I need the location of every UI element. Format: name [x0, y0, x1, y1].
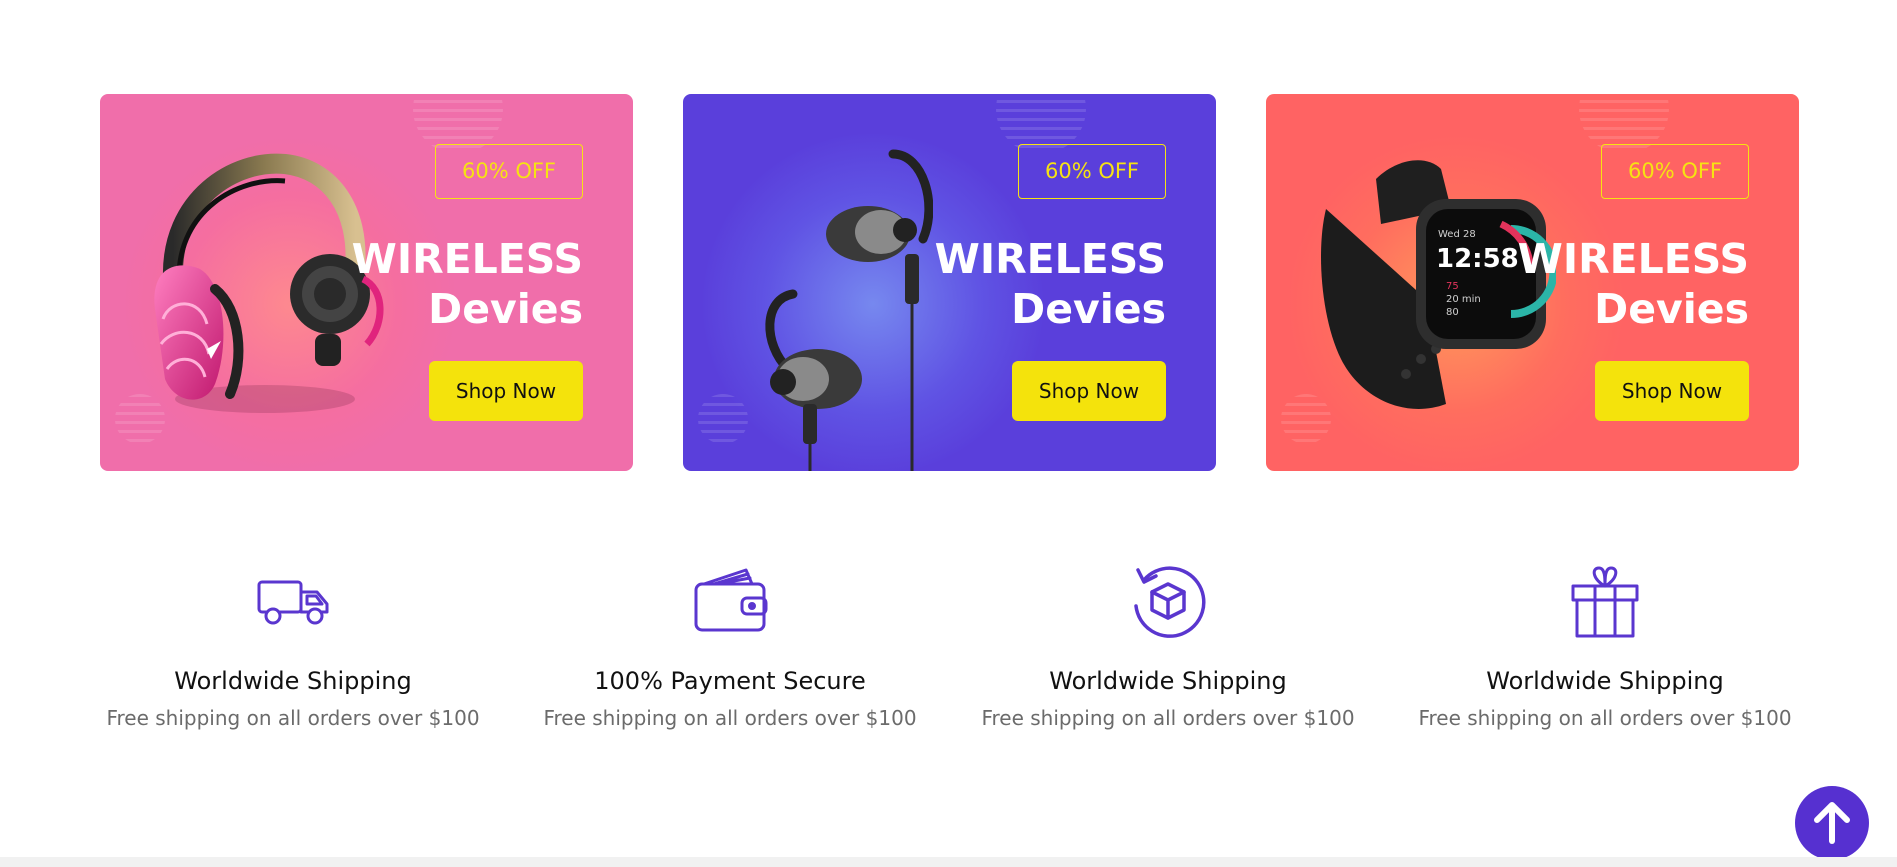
- feature-text: Free shipping on all orders over $100: [106, 706, 480, 730]
- watch-stat-heart: 75: [1446, 281, 1459, 292]
- headphones-image: [154, 153, 384, 413]
- banner-headline: WIRELESS Devies: [1518, 234, 1749, 334]
- shop-now-button[interactable]: Shop Now: [1595, 361, 1749, 421]
- headline-line1: WIRELESS: [351, 235, 583, 283]
- shop-now-button[interactable]: Shop Now: [429, 361, 583, 421]
- shop-now-button[interactable]: Shop Now: [1012, 361, 1166, 421]
- headline-line1: WIRELESS: [934, 235, 1166, 283]
- headline-line2: Devies: [428, 285, 583, 333]
- watch-stat-sleep: 80: [1446, 307, 1459, 318]
- watch-date: Wed 28: [1438, 229, 1476, 240]
- feature-text: Free shipping on all orders over $100: [1418, 706, 1792, 730]
- earphones-image: [765, 149, 933, 471]
- feature-title: 100% Payment Secure: [594, 667, 866, 695]
- feature-item: 100% Payment Secure Free shipping on all…: [510, 560, 950, 731]
- headline-line2: Devies: [1011, 285, 1166, 333]
- promo-banners: 60% OFF WIRELESS Devies Shop Now 60% OFF: [0, 0, 1897, 480]
- gift-icon: [1571, 566, 1639, 638]
- promo-banner-earphones[interactable]: 60% OFF WIRELESS Devies Shop Now: [683, 94, 1216, 471]
- banner-headline: WIRELESS Devies: [935, 234, 1166, 334]
- promo-banner-headphones[interactable]: 60% OFF WIRELESS Devies Shop Now: [100, 94, 633, 471]
- arrow-up-icon: [1814, 802, 1850, 844]
- watch-stat-minutes: 20 min: [1446, 294, 1481, 305]
- footer-strip: [0, 857, 1897, 867]
- discount-badge: 60% OFF: [1018, 144, 1166, 199]
- feature-item: Worldwide Shipping Free shipping on all …: [1385, 560, 1825, 731]
- features-row: Worldwide Shipping Free shipping on all …: [0, 560, 1897, 760]
- feature-item: Worldwide Shipping Free shipping on all …: [73, 560, 513, 731]
- truck-icon: [257, 580, 329, 625]
- wallet-icon: [694, 568, 768, 632]
- scroll-to-top-button[interactable]: [1795, 786, 1869, 860]
- feature-title: Worldwide Shipping: [174, 667, 412, 695]
- watch-time: 12:58: [1436, 244, 1519, 274]
- feature-text: Free shipping on all orders over $100: [543, 706, 917, 730]
- promo-banner-smartwatch[interactable]: Wed 28 12:58 75 20 min 80 60% OFF WIRELE…: [1266, 94, 1799, 471]
- headline-line1: WIRELESS: [1517, 235, 1749, 283]
- discount-badge: 60% OFF: [1601, 144, 1749, 199]
- feature-title: Worldwide Shipping: [1486, 667, 1724, 695]
- feature-title: Worldwide Shipping: [1049, 667, 1287, 695]
- feature-text: Free shipping on all orders over $100: [981, 706, 1355, 730]
- banner-headline: WIRELESS Devies: [352, 234, 583, 334]
- feature-item: Worldwide Shipping Free shipping on all …: [948, 560, 1388, 731]
- discount-badge: 60% OFF: [435, 144, 583, 199]
- headline-line2: Devies: [1594, 285, 1749, 333]
- box-return-icon: [1134, 566, 1206, 638]
